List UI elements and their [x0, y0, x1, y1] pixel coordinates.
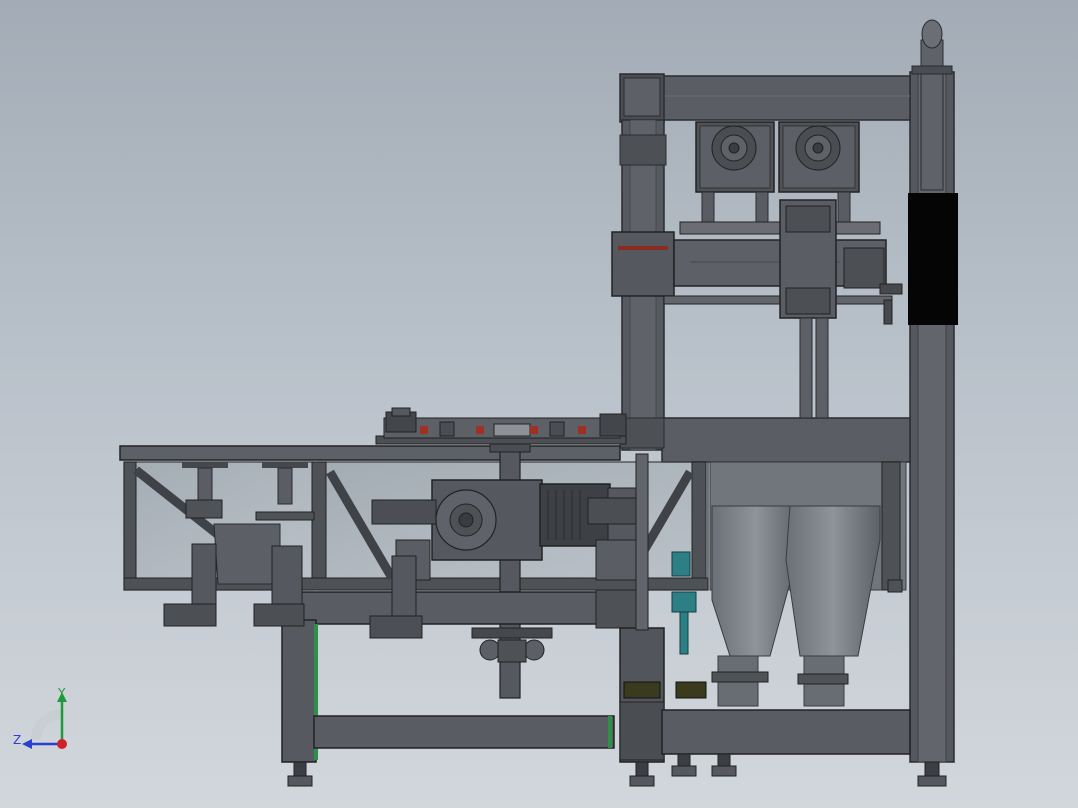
black-band — [908, 193, 958, 325]
hoppers — [709, 461, 907, 707]
y-axis-label: Y — [57, 686, 66, 700]
orientation-triad: Y Z — [13, 686, 67, 749]
triad-arc — [31, 709, 63, 741]
cad-viewport[interactable] — [0, 0, 1078, 808]
z-axis-label: Z — [13, 733, 21, 747]
right-column — [908, 19, 958, 787]
leveling-feet — [287, 753, 737, 787]
z-axis-arrow — [22, 739, 32, 749]
x-axis-origin — [57, 739, 67, 749]
